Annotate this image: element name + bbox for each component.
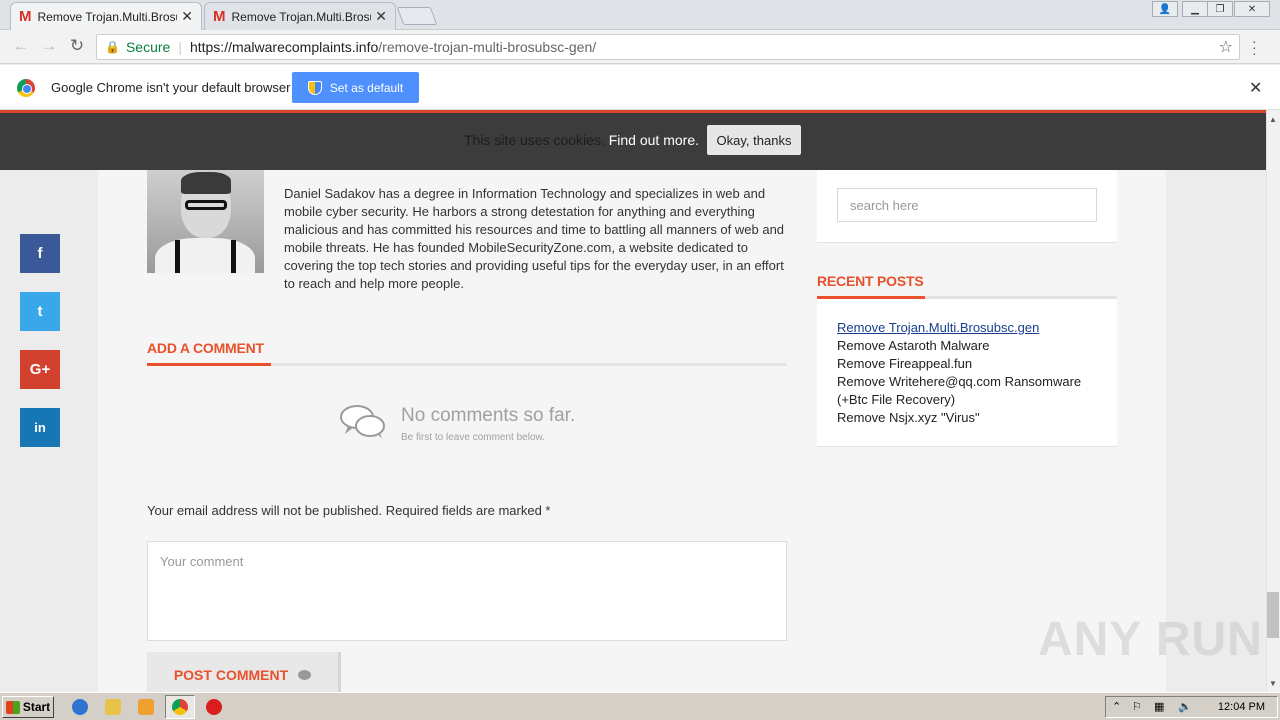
author-bio-text: Daniel Sadakov has a degree in Informati…	[284, 186, 785, 291]
media-player-icon[interactable]	[138, 699, 154, 715]
recent-post-link[interactable]: Remove Trojan.Multi.Brosubsc.gen	[837, 319, 1097, 337]
speech-bubble-icon	[298, 670, 312, 680]
cookie-find-out-more-link[interactable]: Find out more.	[609, 132, 699, 148]
post-comment-label: POST COMMENT	[173, 667, 289, 683]
author-photo	[147, 170, 264, 273]
browser-tab[interactable]: M Remove Trojan.Multi.Brosubsc ✕	[204, 2, 396, 30]
tray-expand-icon[interactable]: ⌃	[1112, 700, 1121, 713]
windows-logo-icon	[5, 700, 20, 714]
minimize-button[interactable]: ▁	[1182, 1, 1208, 17]
url-path: /remove-trojan-multi-brosubsc-gen/	[378, 39, 597, 55]
recent-posts-heading: RECENT POSTS	[817, 273, 924, 289]
no-comments-subtitle: Be first to leave comment below.	[401, 432, 545, 443]
recent-post-link[interactable]: Remove Nsjx.xyz "Virus"	[837, 409, 1097, 427]
user-profile-icon[interactable]: 👤	[1152, 1, 1178, 17]
recent-post-link[interactable]: Remove Astaroth Malware	[837, 337, 1097, 355]
gmail-favicon-icon: M	[213, 8, 226, 25]
url-separator: |	[178, 39, 182, 55]
set-as-default-label: Set as default	[329, 80, 404, 95]
recent-post-link[interactable]: Remove Writehere@qq.com Ransomware (+Btc…	[837, 373, 1097, 409]
infobar-message: Google Chrome isn't your default browser	[51, 80, 291, 95]
windows-taskbar: Start ⌃ ⚐ ▦ 🔈 12:04 PM	[0, 692, 1280, 720]
close-tab-icon[interactable]: ✕	[375, 8, 387, 25]
comments-bubble-icon	[340, 405, 385, 439]
add-comment-heading: ADD A COMMENT	[147, 340, 264, 356]
system-tray: ⌃ ⚐ ▦ 🔈 12:04 PM	[1105, 696, 1278, 718]
lock-icon: 🔒	[105, 40, 120, 54]
security-alert-icon[interactable]	[206, 699, 222, 715]
scroll-down-arrow-icon[interactable]: ▼	[1268, 678, 1278, 688]
chrome-icon	[172, 699, 188, 715]
infobar-close-icon[interactable]: ✕	[1249, 78, 1262, 98]
taskbar-clock[interactable]: 12:04 PM	[1218, 701, 1265, 713]
network-icon[interactable]: ▦	[1154, 700, 1164, 713]
googleplus-share-icon[interactable]: G+	[20, 350, 60, 389]
recent-posts-list: Remove Trojan.Multi.Brosubsc.gen Remove …	[817, 299, 1117, 447]
tab-title: Remove Trojan.Multi.Brosubsc	[231, 9, 372, 24]
action-center-flag-icon[interactable]: ⚐	[1132, 700, 1142, 713]
browser-toolbar: ← → ↻ 🔒 Secure | https://malwarecomplain…	[0, 30, 1280, 64]
bookmark-star-icon[interactable]: ☆	[1219, 37, 1233, 57]
page-viewport: This site uses cookies. Find out more. O…	[0, 110, 1266, 692]
address-bar[interactable]: 🔒 Secure | https://malwarecomplaints.inf…	[96, 34, 1240, 60]
twitter-share-icon[interactable]: t	[20, 292, 60, 331]
cookie-text: This site uses cookies. Find out more.	[464, 132, 699, 148]
comment-textarea[interactable]: Your comment	[147, 541, 787, 641]
sidebar-search-card	[817, 170, 1117, 243]
url-host: https://malwarecomplaints.info	[189, 39, 379, 55]
start-label: Start	[22, 700, 51, 714]
section-underline	[147, 363, 787, 366]
facebook-share-icon[interactable]: f	[20, 234, 60, 273]
default-browser-infobar: Google Chrome isn't your default browser…	[0, 65, 1280, 110]
internet-explorer-icon[interactable]	[72, 699, 88, 715]
post-comment-button[interactable]: POST COMMENT	[147, 652, 341, 692]
restore-button[interactable]: ❐	[1207, 1, 1233, 17]
recent-post-link[interactable]: Remove Fireappeal.fun	[837, 355, 1097, 373]
cookie-message: This site uses cookies.	[464, 132, 605, 148]
tab-title: Remove Trojan.Multi.Brosubsc	[37, 9, 178, 24]
close-tab-icon[interactable]: ✕	[181, 8, 193, 25]
sidebar-search-input[interactable]	[837, 188, 1097, 222]
gmail-favicon-icon: M	[19, 8, 32, 25]
email-privacy-note: Your email address will not be published…	[147, 503, 551, 518]
cookie-bar: This site uses cookies. Find out more. O…	[0, 113, 1266, 170]
new-tab-button[interactable]	[396, 7, 438, 25]
anyrun-watermark: ANY RUN	[1038, 613, 1263, 666]
secure-label: Secure	[125, 39, 171, 55]
file-explorer-icon[interactable]	[105, 699, 121, 715]
forward-arrow-icon[interactable]: →	[38, 35, 60, 57]
scroll-up-arrow-icon[interactable]: ▲	[1268, 114, 1278, 124]
browser-tab-active[interactable]: M Remove Trojan.Multi.Brosubsc ✕	[10, 2, 202, 30]
chrome-taskbar-button[interactable]	[165, 695, 195, 719]
close-window-button[interactable]: ✕	[1234, 1, 1270, 17]
back-arrow-icon[interactable]: ←	[10, 35, 32, 57]
set-as-default-button[interactable]: Set as default	[292, 72, 419, 103]
chrome-menu-icon[interactable]: · · ·	[1252, 34, 1257, 60]
shield-icon	[307, 80, 322, 95]
cookie-okay-button[interactable]: Okay, thanks	[707, 125, 801, 155]
chrome-logo-icon	[17, 79, 35, 97]
start-button[interactable]: Start	[2, 696, 54, 718]
no-comments-title: No comments so far.	[401, 405, 576, 426]
reload-icon[interactable]: ↻	[66, 35, 88, 57]
linkedin-share-icon[interactable]: in	[20, 408, 60, 447]
volume-icon[interactable]: 🔈	[1178, 700, 1192, 713]
browser-titlebar: M Remove Trojan.Multi.Brosubsc ✕ M Remov…	[0, 0, 1280, 30]
scrollbar-thumb[interactable]	[1267, 592, 1279, 638]
